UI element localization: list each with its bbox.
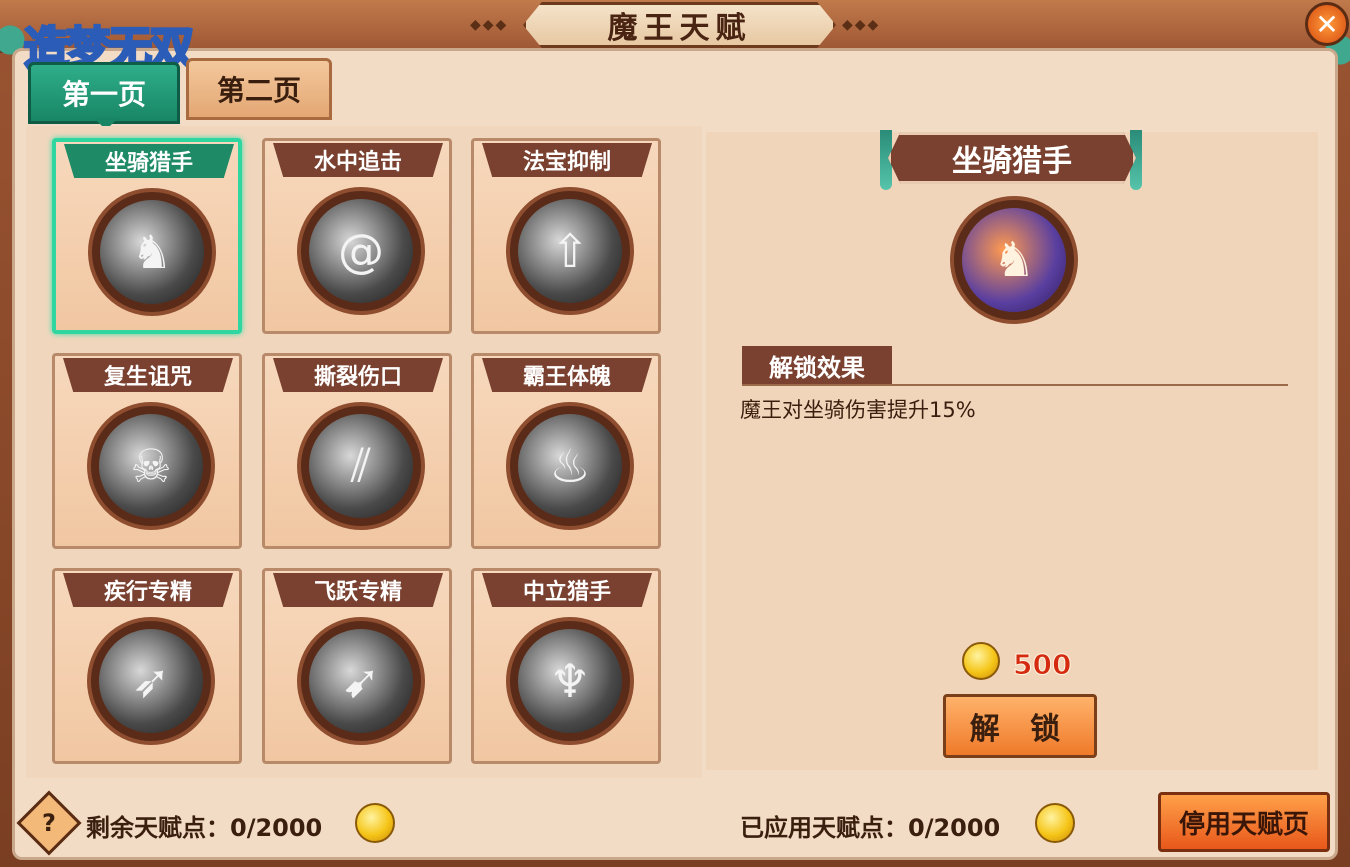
disable-button-label: 停用天赋页 bbox=[1178, 809, 1309, 840]
tab-label: 第一页 bbox=[61, 78, 146, 111]
talent-icon-frame: ➹ bbox=[297, 617, 425, 745]
remaining-points: 剩余天赋点：0/2000 bbox=[86, 814, 323, 842]
gold-coin-icon bbox=[1035, 803, 1075, 843]
vortex-icon: @ bbox=[309, 199, 413, 303]
question-icon: ? bbox=[42, 808, 56, 837]
dash-icon: ➶ bbox=[99, 629, 203, 733]
talent-icon-frame: ♆ bbox=[506, 617, 634, 745]
talent-card-neutral-hunter[interactable]: 中立猎手 ♆ bbox=[471, 568, 661, 764]
unlock-button[interactable]: 解 锁 bbox=[943, 694, 1097, 758]
talent-card-tear-wound[interactable]: 撕裂伤口 ⫽ bbox=[262, 353, 452, 549]
tab-label: 第二页 bbox=[216, 74, 301, 107]
tab-page-1[interactable]: 第一页 bbox=[28, 62, 180, 124]
title-ornament-left: ◆◆◆ bbox=[470, 17, 509, 33]
talent-window: ◆◆◆ 魔王天赋 ◆◆◆ 造梦无双 ✕ 第一页 第二页 坐骑猎手 ♞ 水中追击 … bbox=[0, 0, 1350, 867]
talent-card-dash-mastery[interactable]: 疾行专精 ➶ bbox=[52, 568, 242, 764]
title-bar: ◆◆◆ 魔王天赋 ◆◆◆ bbox=[0, 0, 1350, 53]
title-plate: 魔王天赋 bbox=[523, 2, 836, 48]
tab-page-2[interactable]: 第二页 bbox=[186, 58, 332, 120]
gold-coin-icon bbox=[962, 642, 1000, 680]
close-button[interactable]: ✕ bbox=[1305, 2, 1349, 46]
talent-icon-frame: ♨ bbox=[506, 402, 634, 530]
talent-card-title: 中立猎手 bbox=[482, 573, 652, 607]
talent-card-title: 水中追击 bbox=[273, 143, 443, 177]
talent-card-title: 坐骑猎手 bbox=[64, 144, 234, 178]
revive-curse-icon: ☠ bbox=[99, 414, 203, 518]
talent-card-revive-curse[interactable]: 复生诅咒 ☠ bbox=[52, 353, 242, 549]
title-ornament-right: ◆◆◆ bbox=[842, 17, 881, 33]
talent-card-mount-hunter[interactable]: 坐骑猎手 ♞ bbox=[52, 138, 242, 334]
talent-card-title: 疾行专精 bbox=[63, 573, 233, 607]
talent-card-title: 霸王体魄 bbox=[482, 358, 652, 392]
talent-card-title: 复生诅咒 bbox=[63, 358, 233, 392]
detail-icon-frame: ♞ bbox=[950, 196, 1078, 324]
gold-coin-icon bbox=[355, 803, 395, 843]
close-icon: ✕ bbox=[1315, 7, 1339, 41]
leap-icon: ➹ bbox=[309, 629, 413, 733]
horse-icon: ♞ bbox=[100, 200, 204, 304]
talent-card-water-chase[interactable]: 水中追击 @ bbox=[262, 138, 452, 334]
applied-points: 已应用天赋点：0/2000 bbox=[740, 814, 1001, 842]
window-title: 魔王天赋 bbox=[607, 11, 752, 46]
treasure-suppress-icon: ⇧ bbox=[518, 199, 622, 303]
talent-card-title: 撕裂伤口 bbox=[273, 358, 443, 392]
detail-title-text: 坐骑猎手 bbox=[952, 144, 1072, 179]
effect-description: 魔王对坐骑伤害提升15% bbox=[740, 398, 976, 422]
flame-body-icon: ♨ bbox=[518, 414, 622, 518]
talent-icon-frame: ⫽ bbox=[297, 402, 425, 530]
talent-icon-frame: ➶ bbox=[87, 617, 215, 745]
horse-icon: ♞ bbox=[962, 208, 1066, 312]
unlock-cost: 500 bbox=[1012, 648, 1072, 682]
disable-talent-page-button[interactable]: 停用天赋页 bbox=[1158, 792, 1330, 852]
detail-title: 坐骑猎手 bbox=[888, 132, 1136, 184]
talent-card-leap-mastery[interactable]: 飞跃专精 ➹ bbox=[262, 568, 452, 764]
talent-card-treasure-suppress[interactable]: 法宝抑制 ⇧ bbox=[471, 138, 661, 334]
talent-icon-frame: ♞ bbox=[88, 188, 216, 316]
talent-card-title: 飞跃专精 bbox=[273, 573, 443, 607]
claw-slash-icon: ⫽ bbox=[309, 414, 413, 518]
divider bbox=[742, 384, 1288, 386]
talent-icon-frame: ☠ bbox=[87, 402, 215, 530]
talent-icon-frame: @ bbox=[297, 187, 425, 315]
demon-mask-icon: ♆ bbox=[518, 629, 622, 733]
unlock-button-label: 解 锁 bbox=[969, 712, 1071, 747]
talent-icon-frame: ⇧ bbox=[506, 187, 634, 315]
talent-card-title: 法宝抑制 bbox=[482, 143, 652, 177]
talent-card-overlord-body[interactable]: 霸王体魄 ♨ bbox=[471, 353, 661, 549]
effect-header: 解锁效果 bbox=[742, 346, 892, 384]
